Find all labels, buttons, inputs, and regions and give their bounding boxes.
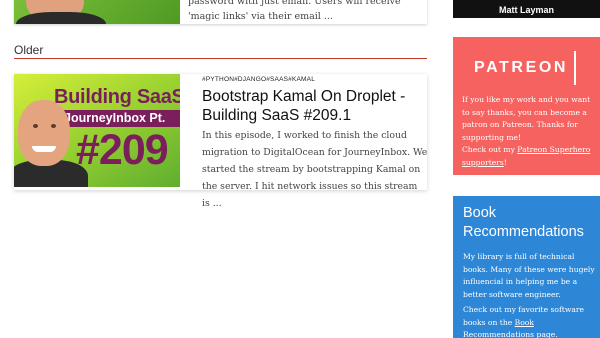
patreon-supporters-text: Check out my Patreon Superhero supporter… [462, 144, 596, 169]
section-divider [14, 58, 427, 59]
book-recommendations-page-text: Check out my favorite software books on … [463, 304, 597, 338]
sidebar-video-card[interactable]: Matt Layman [453, 0, 600, 18]
post-title-link[interactable]: Bootstrap Kamal On Droplet - Building Sa… [202, 87, 422, 125]
previous-post-card[interactable]: password with just email. Users will rec… [14, 0, 427, 24]
section-heading-older: Older [14, 43, 44, 57]
thumbnail-episode-number: #209 [76, 126, 169, 174]
previous-post-excerpt: password with just email. Users will rec… [188, 0, 401, 22]
post-excerpt: In this episode, I worked to finish the … [202, 130, 428, 209]
patreon-supporters-suffix: ! [503, 157, 507, 167]
thumbnail-subtitle-text: JourneyInbox Pt. [64, 111, 166, 125]
patreon-card: PATREON If you like my work and you want… [453, 37, 600, 175]
patreon-logo-bar [574, 51, 576, 85]
book-recommendations-title: Book Recommendations [463, 205, 584, 240]
books-page-suffix: page. [534, 330, 558, 338]
patreon-logo[interactable]: PATREON [474, 59, 568, 77]
book-recommendations-description: My library is full of technical books. M… [463, 252, 595, 299]
presenter-face [18, 100, 70, 166]
post-card[interactable]: Building SaaS JourneyInbox Pt. #209 #PYT… [14, 74, 427, 209]
post-thumbnail[interactable]: Building SaaS JourneyInbox Pt. #209 [14, 74, 180, 187]
book-recommendations-card: Book Recommendations My library is full … [453, 196, 600, 338]
presenter-shirt [16, 12, 106, 24]
patreon-description: If you like my work and you want to say … [462, 95, 591, 142]
thumbnail-title-text: Building SaaS [54, 86, 180, 108]
previous-post-thumbnail[interactable] [14, 0, 180, 24]
video-presenter-name: Matt Layman [498, 5, 554, 15]
patreon-supporters-prefix: Check out my [462, 145, 518, 154]
post-tags[interactable]: #PYTHON#DJANGO#SAAS#KAMAL [202, 76, 315, 83]
